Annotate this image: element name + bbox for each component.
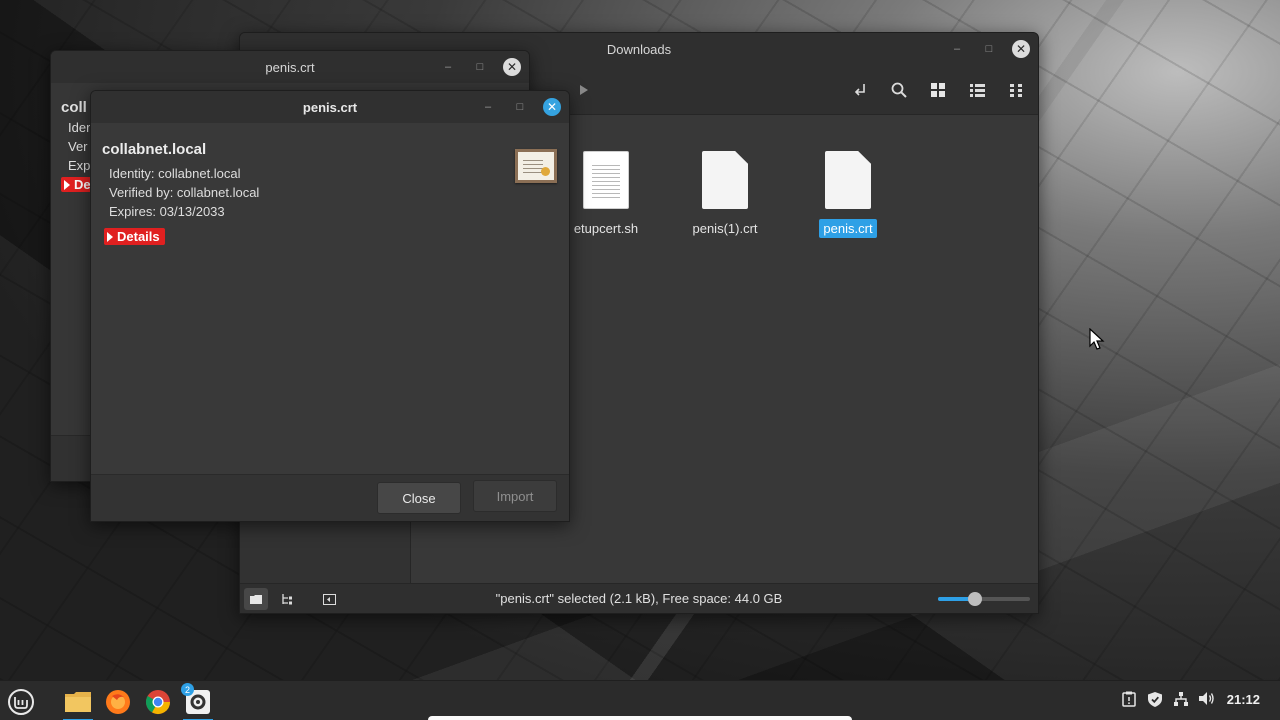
- script-file-icon: [583, 151, 629, 209]
- clock[interactable]: 21:12: [1227, 692, 1260, 707]
- clipboard-icon: [1122, 691, 1136, 707]
- cert-dialog-footer: Close Import: [91, 474, 569, 521]
- certificate-icon: [515, 149, 557, 183]
- mouse-cursor-icon: [1089, 328, 1105, 350]
- search-icon: [891, 82, 907, 98]
- grid-view-icon: [931, 83, 945, 97]
- zoom-slider[interactable]: [938, 592, 1030, 606]
- list-view-button[interactable]: [963, 77, 991, 103]
- window-controls: – □ ✕: [439, 51, 521, 83]
- document-file-icon: [825, 151, 871, 209]
- compact-view-button[interactable]: [1002, 77, 1030, 103]
- maximize-button[interactable]: □: [511, 98, 529, 116]
- cert-identity: Identity: collabnet.local: [109, 166, 241, 181]
- compact-view-icon: [1009, 83, 1022, 97]
- file-name: penis.crt: [819, 219, 877, 238]
- maximize-button[interactable]: □: [471, 58, 489, 76]
- cert-dialog-titlebar[interactable]: penis.crt – □ ✕: [91, 91, 569, 123]
- volume-tray[interactable]: [1198, 691, 1215, 709]
- forward-arrow-icon: [580, 85, 588, 95]
- status-bar: "penis.crt" selected (2.1 kB), Free spac…: [240, 583, 1038, 613]
- search-button[interactable]: [885, 77, 913, 103]
- volume-icon: [1199, 692, 1214, 705]
- zoom-slider-knob[interactable]: [967, 592, 982, 606]
- network-tray[interactable]: [1173, 691, 1189, 710]
- minimize-button[interactable]: –: [439, 58, 457, 76]
- file-item[interactable]: penis(1).crt: [670, 151, 780, 238]
- update-manager-tray[interactable]: [1147, 691, 1163, 711]
- close-dialog-button[interactable]: Close: [377, 482, 461, 514]
- mint-menu-icon: [8, 689, 34, 715]
- firefox-icon: [106, 690, 130, 714]
- file-item-selected[interactable]: penis.crt: [793, 151, 903, 238]
- close-button[interactable]: ✕: [543, 98, 561, 116]
- network-icon: [1174, 692, 1188, 706]
- minimize-button[interactable]: –: [948, 40, 966, 58]
- minimize-button[interactable]: –: [479, 98, 497, 116]
- import-button[interactable]: Import: [473, 480, 557, 512]
- location-toggle-icon: [854, 84, 865, 96]
- details-expander[interactable]: Details: [104, 228, 165, 245]
- clipboard-tray[interactable]: [1122, 691, 1136, 710]
- location-toggle-button[interactable]: [846, 77, 874, 103]
- taskbar: 2 21:12: [0, 680, 1280, 720]
- taskbar-chrome[interactable]: [141, 685, 175, 719]
- expander-arrow-icon: [64, 179, 70, 190]
- window-controls: – □ ✕: [479, 91, 561, 123]
- forward-button[interactable]: [570, 77, 598, 103]
- close-button[interactable]: ✕: [1012, 40, 1030, 58]
- files-icon: [65, 692, 91, 712]
- window-title: Downloads: [606, 41, 672, 57]
- maximize-button[interactable]: □: [980, 40, 998, 58]
- window-title: penis.crt: [302, 99, 358, 115]
- file-name: penis(1).crt: [692, 221, 758, 236]
- certificate-dialog: penis.crt – □ ✕ collabnet.local Identity…: [90, 90, 570, 522]
- file-name: etupcert.sh: [573, 221, 639, 236]
- window-title: penis.crt: [265, 59, 315, 75]
- cert-name: collabnet.local: [102, 141, 207, 158]
- taskbar-files[interactable]: [61, 685, 95, 720]
- expander-arrow-icon: [107, 231, 113, 242]
- document-file-icon: [702, 151, 748, 209]
- list-view-icon: [969, 83, 985, 97]
- close-button[interactable]: ✕: [503, 58, 521, 76]
- status-text: "penis.crt" selected (2.1 kB), Free spac…: [495, 591, 783, 606]
- cert-expires: Expires: 03/13/2033: [109, 204, 225, 219]
- details-label: De: [74, 177, 91, 192]
- chrome-icon: [145, 690, 170, 715]
- bottom-overlay-bar: [428, 716, 852, 720]
- cert-verified-by: Verified by: collabnet.local: [109, 185, 260, 200]
- window-controls: – □ ✕: [948, 33, 1030, 65]
- taskbar-firefox[interactable]: [101, 685, 135, 719]
- taskbar-settings[interactable]: 2: [181, 683, 215, 720]
- mint-menu-button[interactable]: [4, 685, 38, 719]
- details-label: Details: [117, 229, 160, 244]
- back-dialog-titlebar[interactable]: penis.crt – □ ✕: [51, 51, 529, 83]
- window-count-badge: 2: [181, 683, 194, 696]
- shield-icon: [1148, 692, 1162, 707]
- grid-view-button[interactable]: [924, 77, 952, 103]
